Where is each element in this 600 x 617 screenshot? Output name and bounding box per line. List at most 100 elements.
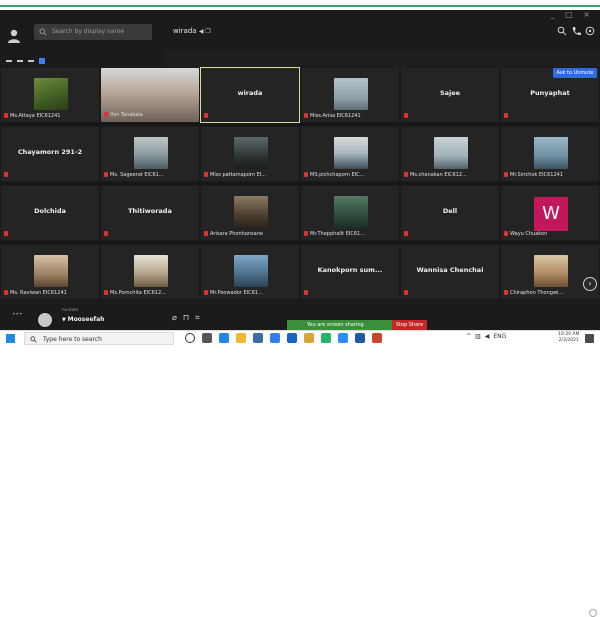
crop-icon[interactable]: ⌗	[195, 313, 206, 322]
participant-label: Chiraphon Thongwi...	[504, 290, 563, 296]
participant-name: MS.pichchaporn EIC...	[310, 172, 365, 178]
participant-tile[interactable]: W Wayu Chuakon	[500, 185, 600, 241]
participant-tile[interactable]: Kanokporn sum...	[300, 244, 400, 300]
line-icon[interactable]	[321, 333, 331, 343]
participant-label: Ms. Sageerat EIC61...	[104, 172, 164, 178]
participant-display-name: Chayamorn 291-2	[17, 148, 83, 156]
user-icon[interactable]	[6, 28, 22, 44]
participant-label	[4, 231, 10, 237]
participant-tile[interactable]: Sajee	[400, 67, 500, 123]
participant-tile[interactable]: Ms. Sageerat EIC61...	[100, 126, 200, 182]
search-input[interactable]: Search by display name	[34, 24, 152, 40]
next-page-button[interactable]: ›	[583, 277, 597, 291]
participant-tile[interactable]: ภัทร Tanakaia	[100, 67, 200, 123]
participant-tile[interactable]: Miss pattamaporn EI...	[200, 126, 300, 182]
muted-mic-icon	[104, 290, 108, 295]
ask-to-unmute-button[interactable]: Ask to Unmute	[553, 68, 597, 78]
participant-label: Ms.chanakan EIC612...	[404, 172, 467, 178]
search-icon[interactable]	[557, 26, 567, 36]
task-view-icon[interactable]	[202, 333, 212, 343]
participant-label: Wayu Chuakon	[504, 231, 547, 237]
participant-video	[534, 255, 568, 287]
grid-view-icon[interactable]	[39, 58, 45, 64]
chat-title-text: wirada	[173, 27, 197, 35]
clock[interactable]: 10:30 AM 2/3/2021	[558, 332, 579, 344]
attach-icon[interactable]: ⌀	[172, 313, 183, 322]
taskbar-apps	[185, 333, 382, 343]
taskbar-search-input[interactable]: Type here to search	[24, 332, 174, 345]
muted-mic-icon	[304, 172, 308, 177]
participant-tile[interactable]: Mr.Poowador EIC61...	[200, 244, 300, 300]
edge-icon[interactable]	[219, 333, 229, 343]
participant-video	[134, 137, 168, 169]
more-icon[interactable]: •••	[12, 311, 23, 318]
participant-name: Arisara Phonhansane	[210, 231, 263, 237]
volume-icon[interactable]: ◀	[485, 333, 490, 340]
muted-mic-icon	[304, 290, 308, 295]
taskbar-search-placeholder: Type here to search	[43, 336, 102, 343]
participant-label: Miss pattamaporn EI...	[204, 172, 266, 178]
participant-tile[interactable]: Ms.Attaya EIC61241	[0, 67, 100, 123]
participant-tile[interactable]: MS.pichchaporn EIC...	[300, 126, 400, 182]
participant-name: Mr.Sirichok EIC61241	[510, 172, 564, 178]
copy-icon[interactable]: ❐	[205, 28, 210, 35]
participant-tile[interactable]: Ms.chanakan EIC612...	[400, 126, 500, 182]
participant-tile[interactable]: Wannisa Chenchai	[400, 244, 500, 300]
participant-tile[interactable]: Mr.Sirichok EIC61241	[500, 126, 600, 182]
zoom-icon[interactable]	[338, 333, 348, 343]
participant-tile[interactable]: Arisara Phonhansane	[200, 185, 300, 241]
stop-share-button[interactable]: Stop Share	[392, 320, 427, 330]
windows-start-icon[interactable]	[6, 334, 15, 343]
participant-label: Mr.Thepphalit EIC61...	[304, 231, 365, 237]
window-controls[interactable]: _ □ ×	[551, 10, 594, 19]
participant-tile[interactable]: Mr.Thepphalit EIC61...	[300, 185, 400, 241]
attachment-icons[interactable]: ⌀⊓⌗	[172, 313, 206, 323]
participant-name: Mr.Poowador EIC61...	[210, 290, 263, 296]
photos-icon[interactable]	[287, 333, 297, 343]
participant-tile[interactable]: Dolchida	[0, 185, 100, 241]
language-indicator[interactable]: ENG	[493, 333, 506, 340]
network-icon[interactable]: ▥	[475, 333, 481, 340]
cortana-icon[interactable]	[185, 333, 195, 343]
participant-video	[134, 255, 168, 287]
muted-mic-icon	[104, 231, 108, 236]
participant-tile[interactable]: Chayamorn 291-2	[0, 126, 100, 182]
word-icon[interactable]	[355, 333, 365, 343]
more-options-icon[interactable]	[585, 26, 595, 36]
powerpoint-icon[interactable]	[372, 333, 382, 343]
participant-label	[504, 113, 510, 119]
muted-mic-icon	[504, 290, 508, 295]
system-tray[interactable]: ^ ▥ ◀ ENG	[466, 333, 506, 340]
store-icon[interactable]	[253, 333, 263, 343]
notification-icon[interactable]	[585, 334, 594, 343]
bookmark-icon[interactable]: ⊓	[183, 313, 195, 322]
mail-icon[interactable]	[270, 333, 280, 343]
participant-name: Miss pattamaporn EI...	[210, 172, 267, 178]
participant-tile[interactable]: Miss.Arisa EIC61241	[300, 67, 400, 123]
chat-contact-name[interactable]: ▼ Mooseefah	[62, 316, 104, 323]
phone-icon[interactable]	[571, 26, 581, 36]
accent-line	[0, 5, 600, 7]
participant-tile[interactable]: wirada	[200, 67, 300, 123]
list-view-icon[interactable]	[28, 60, 34, 62]
participant-video	[334, 78, 368, 110]
emoji-icon[interactable]	[589, 609, 597, 617]
participant-name: Wayu Chuakon	[510, 231, 548, 237]
muted-mic-icon	[204, 231, 208, 236]
minus-icon[interactable]	[6, 60, 12, 62]
chevron-up-icon[interactable]: ^	[466, 333, 471, 340]
chrome-icon[interactable]	[304, 333, 314, 343]
participant-tile[interactable]: Dell	[400, 185, 500, 241]
participant-tile[interactable]: Ms.Pornchita EIC612...	[100, 244, 200, 300]
participant-tile[interactable]: Ms. Raviwan EIC61241	[0, 244, 100, 300]
participant-display-name: Dell	[442, 207, 458, 215]
muted-mic-icon	[4, 172, 8, 177]
participant-label	[204, 113, 210, 119]
share-status: You are screen sharing	[307, 322, 364, 328]
participant-tile[interactable]: Chiraphon Thongwi...	[500, 244, 600, 300]
minimize-icon[interactable]	[17, 60, 23, 62]
avatar[interactable]	[38, 313, 52, 327]
participant-tile[interactable]: Thitiworada	[100, 185, 200, 241]
muted-mic-icon	[104, 172, 108, 177]
file-explorer-icon[interactable]	[236, 333, 246, 343]
